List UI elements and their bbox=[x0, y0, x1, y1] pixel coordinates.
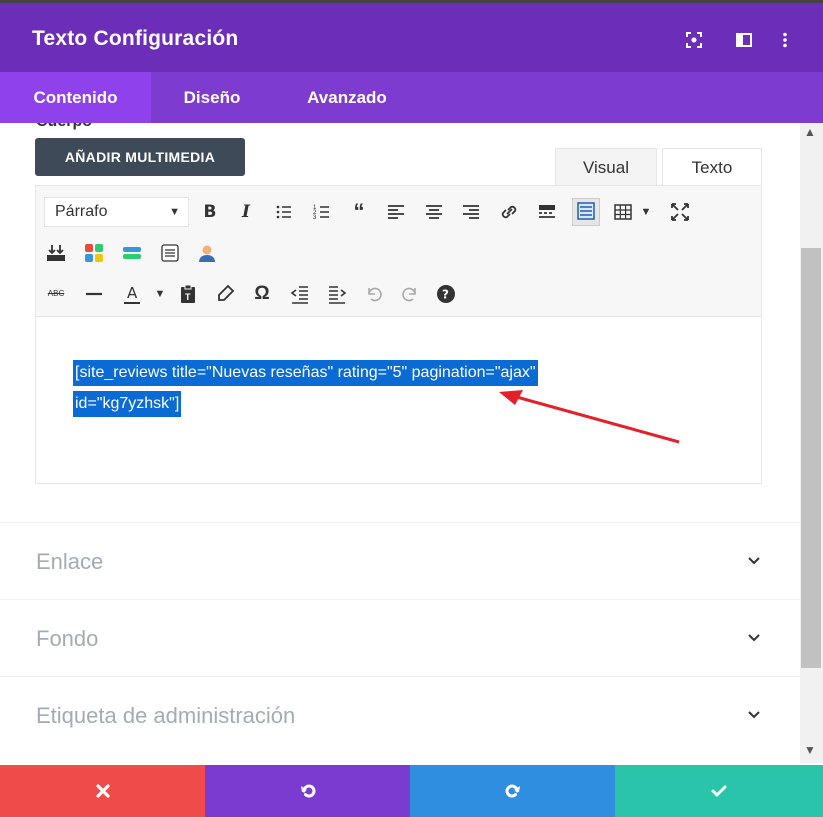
content-area: Cuerpo AÑADIR MULTIMEDIA Visual Texto Pá… bbox=[0, 123, 800, 763]
horizontal-bar-icon[interactable] bbox=[120, 241, 144, 265]
align-left-icon[interactable] bbox=[384, 200, 408, 224]
scroll-down-icon[interactable]: ▼ bbox=[804, 743, 816, 757]
paste-text-icon[interactable]: T bbox=[176, 282, 200, 306]
caret-down-icon: ▼ bbox=[169, 206, 180, 218]
section-label: Fondo bbox=[36, 626, 99, 651]
clear-formatting-icon[interactable] bbox=[213, 282, 237, 306]
section-label: Etiqueta de administración bbox=[36, 703, 296, 728]
format-select[interactable]: Párrafo ▼ bbox=[44, 197, 189, 227]
format-select-value: Párrafo bbox=[55, 203, 108, 220]
table-dropdown-icon[interactable]: ▼ bbox=[634, 200, 658, 224]
chevron-down-icon bbox=[748, 711, 760, 719]
bullet-list-icon[interactable] bbox=[272, 200, 296, 224]
text-color-icon[interactable]: A bbox=[120, 282, 144, 306]
scroll-up-icon[interactable]: ▲ bbox=[804, 125, 816, 139]
body-section-label: Cuerpo bbox=[36, 123, 92, 131]
redo-button[interactable] bbox=[410, 765, 615, 817]
table-icon[interactable] bbox=[611, 200, 635, 224]
text-tab[interactable]: Texto bbox=[662, 148, 762, 186]
annotation-arrow-icon bbox=[499, 390, 680, 444]
fullscreen-icon[interactable] bbox=[668, 200, 692, 224]
svg-text:?: ? bbox=[442, 288, 449, 302]
editor-content[interactable]: [site_reviews title="Nuevas reseñas" rat… bbox=[36, 317, 761, 483]
tab-bar: Contenido Diseño Avanzado bbox=[0, 72, 823, 123]
split-view-icon[interactable] bbox=[735, 31, 753, 49]
user-icon[interactable] bbox=[195, 241, 219, 265]
undo-button[interactable] bbox=[205, 765, 410, 817]
toolbar-toggle-icon[interactable] bbox=[572, 198, 600, 226]
editor-toolbar: Párrafo ▼ B I 123 “ ▼ ABC A ▼ T Ω ? bbox=[36, 186, 761, 317]
strikethrough-icon[interactable]: ABC bbox=[44, 282, 68, 306]
selected-text-line-2[interactable]: id="kg7yzhsk"] bbox=[73, 391, 182, 417]
tab-avanzado[interactable]: Avanzado bbox=[273, 72, 421, 123]
numbered-list-icon[interactable]: 123 bbox=[310, 200, 334, 224]
chevron-down-icon bbox=[748, 557, 760, 565]
blockquote-icon[interactable]: “ bbox=[347, 200, 371, 224]
svg-text:T: T bbox=[185, 292, 191, 302]
text-color-dropdown-icon[interactable]: ▼ bbox=[148, 282, 172, 306]
selected-text-line-1[interactable]: [site_reviews title="Nuevas reseñas" rat… bbox=[73, 360, 538, 386]
content-scrollbar[interactable]: ▲ ▼ bbox=[800, 123, 823, 763]
undo-arrow-icon bbox=[300, 784, 315, 798]
svg-text:3: 3 bbox=[313, 215, 317, 221]
settings-modal: Texto Configuración Contenido Diseño Ava… bbox=[0, 0, 823, 817]
modal-title: Texto Configuración bbox=[32, 27, 239, 50]
rich-text-editor: Párrafo ▼ B I 123 “ ▼ ABC A ▼ T Ω ? [sit… bbox=[35, 185, 762, 484]
add-media-button[interactable]: AÑADIR MULTIMEDIA bbox=[35, 138, 245, 176]
check-icon bbox=[711, 785, 727, 797]
section-label: Enlace bbox=[36, 549, 104, 574]
screenshot-icon[interactable] bbox=[685, 31, 703, 49]
insert-above-icon[interactable] bbox=[44, 241, 68, 265]
svg-text:A: A bbox=[127, 284, 138, 302]
save-button[interactable] bbox=[615, 765, 823, 817]
visual-tab[interactable]: Visual bbox=[555, 148, 657, 186]
close-icon bbox=[95, 784, 110, 798]
chevron-down-icon bbox=[748, 634, 760, 642]
undo-icon[interactable] bbox=[362, 282, 386, 306]
scrollbar-thumb[interactable] bbox=[801, 248, 821, 668]
discard-button[interactable] bbox=[0, 765, 205, 817]
modal-footer bbox=[0, 765, 823, 817]
read-more-icon[interactable] bbox=[535, 200, 559, 224]
redo-arrow-icon bbox=[505, 784, 520, 798]
section-enlace[interactable]: Enlace bbox=[0, 522, 800, 599]
section-etiqueta-administracion[interactable]: Etiqueta de administración bbox=[0, 676, 800, 753]
modal-header: Texto Configuración bbox=[0, 0, 823, 72]
redo-icon[interactable] bbox=[398, 282, 422, 306]
outdent-icon[interactable] bbox=[288, 282, 312, 306]
bold-icon[interactable]: B bbox=[198, 200, 222, 224]
page-break-icon[interactable] bbox=[158, 241, 182, 265]
indent-icon[interactable] bbox=[325, 282, 349, 306]
align-right-icon[interactable] bbox=[459, 200, 483, 224]
align-center-icon[interactable] bbox=[422, 200, 446, 224]
section-fondo[interactable]: Fondo bbox=[0, 599, 800, 676]
link-icon[interactable] bbox=[497, 200, 521, 224]
tab-contenido[interactable]: Contenido bbox=[0, 72, 151, 123]
tab-diseno[interactable]: Diseño bbox=[151, 72, 273, 123]
help-icon[interactable]: ? bbox=[434, 282, 458, 306]
italic-icon[interactable]: I bbox=[234, 200, 258, 224]
color-blocks-icon[interactable] bbox=[82, 241, 106, 265]
special-character-icon[interactable]: Ω bbox=[250, 282, 274, 306]
more-vertical-icon[interactable] bbox=[776, 31, 794, 49]
horizontal-line-icon[interactable] bbox=[82, 282, 106, 306]
